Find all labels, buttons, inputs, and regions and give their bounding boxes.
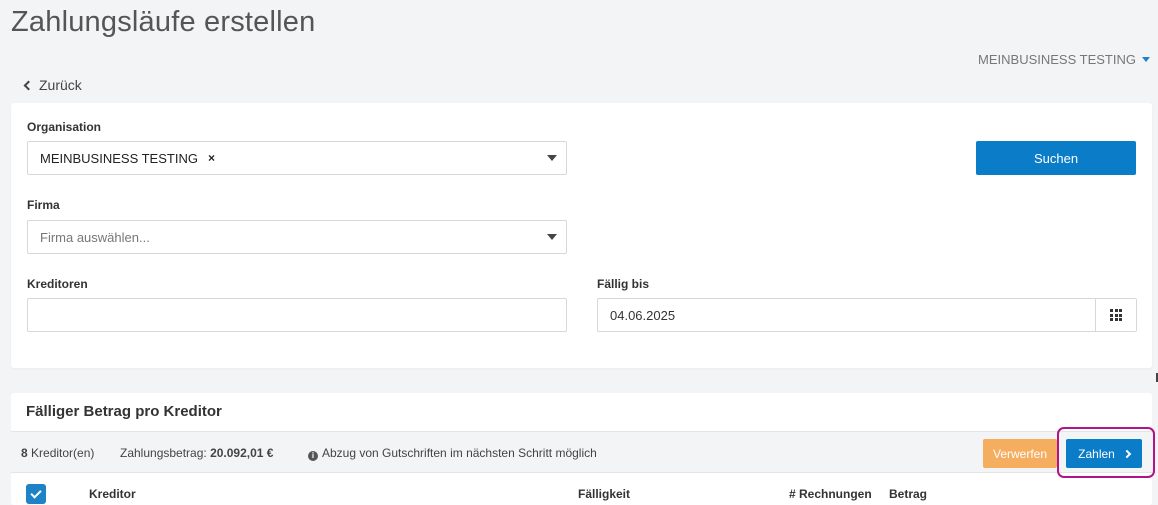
info-note: i Abzug von Gutschriften im nächsten Schr…: [308, 446, 597, 461]
organisation-select[interactable]: MEINBUSINESS TESTING ×: [27, 141, 567, 175]
creditor-count-suffix: Kreditor(en): [31, 446, 95, 460]
column-header-rechnungen[interactable]: # Rechnungen: [789, 487, 872, 501]
back-link[interactable]: Zurück: [23, 77, 82, 93]
result-card: Fälliger Betrag pro Kreditor 8 Kreditor(…: [11, 393, 1155, 505]
info-icon: i: [308, 451, 318, 461]
creditor-count: 8 Kreditor(en): [21, 446, 94, 460]
column-header-kreditor[interactable]: Kreditor: [89, 487, 136, 501]
firma-select[interactable]: Firma auswählen...: [27, 220, 567, 254]
dropdown-arrow-icon: [547, 234, 557, 240]
calendar-button[interactable]: [1095, 299, 1136, 331]
organisation-switcher[interactable]: MEINBUSINESS TESTING: [978, 52, 1150, 67]
firma-placeholder: Firma auswählen...: [40, 229, 150, 245]
calendar-grid-icon: [1110, 309, 1122, 321]
remove-chip-icon[interactable]: ×: [208, 151, 215, 165]
dropdown-arrow-icon: [547, 155, 557, 161]
select-all-checkbox[interactable]: [26, 484, 46, 504]
search-button[interactable]: Suchen: [976, 141, 1136, 175]
page-title: Zahlungsläufe erstellen: [11, 6, 316, 38]
caret-down-icon: [1142, 57, 1150, 62]
column-header-betrag[interactable]: Betrag: [889, 487, 927, 501]
payment-amount-label: Zahlungsbetrag:: [120, 446, 207, 460]
discard-button[interactable]: Verwerfen: [983, 439, 1057, 468]
organisation-switcher-label: MEINBUSINESS TESTING: [978, 52, 1136, 67]
creditor-count-number: 8: [21, 446, 28, 460]
check-icon: [30, 487, 42, 499]
column-header-faelligkeit[interactable]: Fälligkeit: [578, 487, 630, 501]
back-link-label: Zurück: [39, 77, 82, 93]
faellig-bis-label: Fällig bis: [597, 277, 650, 291]
result-title: Fälliger Betrag pro Kreditor: [26, 403, 222, 420]
organisation-chip: MEINBUSINESS TESTING ×: [40, 151, 215, 166]
faellig-bis-datepicker[interactable]: 04.06.2025: [597, 298, 1137, 332]
pay-button[interactable]: Zahlen: [1066, 439, 1142, 468]
chevron-right-icon: [1122, 449, 1132, 458]
summary-bar: 8 Kreditor(en) Zahlungsbetrag: 20.092,01…: [11, 431, 1152, 473]
kreditoren-input[interactable]: [27, 298, 567, 332]
kreditoren-label: Kreditoren: [27, 277, 88, 291]
organisation-label: Organisation: [27, 120, 102, 134]
faellig-bis-value[interactable]: 04.06.2025: [598, 299, 1095, 331]
pay-button-label: Zahlen: [1078, 446, 1115, 461]
organisation-chip-label: MEINBUSINESS TESTING: [40, 150, 198, 166]
payment-amount-value: 20.092,01 €: [210, 446, 274, 460]
info-note-text: Abzug von Gutschriften im nächsten Schri…: [322, 446, 597, 460]
filter-card: Organisation MEINBUSINESS TESTING × Such…: [11, 103, 1152, 368]
payment-amount: Zahlungsbetrag: 20.092,01 €: [120, 446, 273, 460]
firma-label: Firma: [27, 198, 60, 212]
chevron-left-icon: [23, 80, 34, 91]
